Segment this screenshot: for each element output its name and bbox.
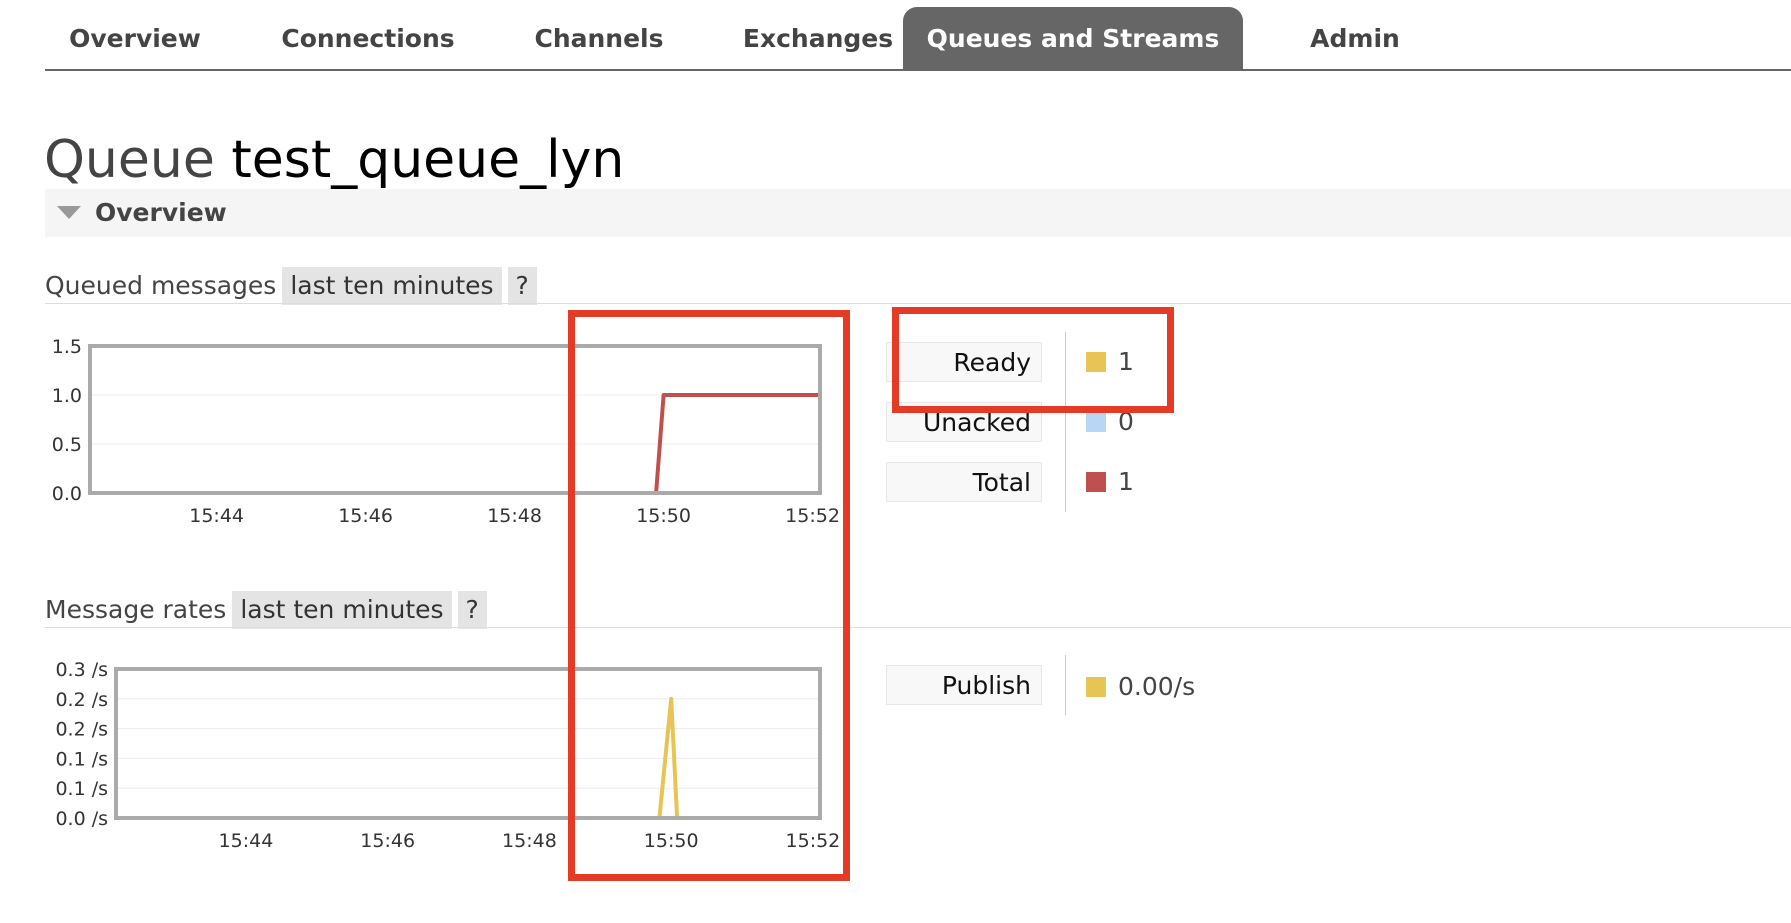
page-title-name: test_queue_lyn xyxy=(231,130,625,190)
legend-separator xyxy=(1065,332,1066,512)
legend-value-publish: 0.00/s xyxy=(1086,667,1195,707)
x-tick-label: 15:44 xyxy=(219,830,274,852)
collapse-triangle-icon[interactable] xyxy=(57,206,81,219)
x-tick-label: 15:46 xyxy=(360,830,415,852)
legend-label-publish: Publish xyxy=(886,665,1042,705)
queued-messages-chart: 1.5 1.0 0.5 0.0 15:44 15:46 15:48 15:50 15:52 xyxy=(52,336,840,527)
queued-range-button[interactable]: last ten minutes xyxy=(282,267,502,305)
rates-range-button[interactable]: last ten minutes xyxy=(232,591,452,629)
rates-help-button[interactable]: ? xyxy=(457,591,487,629)
x-tick-label: 15:48 xyxy=(502,830,557,852)
section-label: Overview xyxy=(95,198,227,227)
page-title-kind: Queue xyxy=(44,130,215,190)
legend-label-ready: Ready xyxy=(886,342,1042,382)
tab-connections[interactable]: Connections xyxy=(270,7,466,69)
tab-admin[interactable]: Admin xyxy=(1285,7,1425,69)
y-tick-label: 0.3 /s xyxy=(55,659,108,681)
message-rates-label: Message rates xyxy=(45,595,227,624)
x-tick-label: 15:46 xyxy=(338,505,393,527)
queued-messages-header: Queued messages last ten minutes? xyxy=(45,267,1791,305)
divider xyxy=(45,627,1791,628)
x-tick-label: 15:48 xyxy=(487,505,542,527)
tab-queues-and-streams[interactable]: Queues and Streams xyxy=(903,7,1243,69)
legend-separator xyxy=(1065,655,1066,715)
x-tick-label: 15:50 xyxy=(636,505,691,527)
tab-overview[interactable]: Overview xyxy=(55,7,215,69)
message-rates-header: Message rates last ten minutes? xyxy=(45,591,1791,629)
value-publish: 0.00/s xyxy=(1118,672,1196,701)
y-tick-label: 1.5 xyxy=(52,336,82,358)
x-tick-label: 15:50 xyxy=(644,830,699,852)
y-tick-label: 0.5 xyxy=(52,434,82,456)
x-tick-label: 15:52 xyxy=(785,505,840,527)
y-tick-label: 1.0 xyxy=(52,385,82,407)
value-ready: 1 xyxy=(1118,347,1134,376)
y-tick-label: 0.1 /s xyxy=(55,748,108,770)
y-tick-label: 0.2 /s xyxy=(55,689,108,711)
plot-area xyxy=(90,346,820,493)
x-tick-label: 15:44 xyxy=(189,505,244,527)
swatch-publish xyxy=(1086,677,1106,697)
x-tick-label: 15:52 xyxy=(786,830,841,852)
legend-label-total: Total xyxy=(886,462,1042,502)
y-tick-label: 0.1 /s xyxy=(55,778,108,800)
overview-section-header[interactable]: Overview xyxy=(45,189,1791,237)
value-total: 1 xyxy=(1118,467,1134,496)
legend-label-unacked: Unacked xyxy=(886,402,1042,442)
queued-help-button[interactable]: ? xyxy=(507,267,537,305)
tab-channels[interactable]: Channels xyxy=(515,7,683,69)
value-unacked: 0 xyxy=(1118,407,1134,436)
y-tick-label: 0.2 /s xyxy=(55,719,108,741)
tab-exchanges[interactable]: Exchanges xyxy=(725,7,911,69)
y-tick-label: 0.0 xyxy=(52,483,82,505)
queued-messages-label: Queued messages xyxy=(45,271,277,300)
y-tick-label: 0.0 /s xyxy=(55,808,108,830)
page-title: Queue test_queue_lyn xyxy=(44,126,624,194)
main-nav: Overview Connections Channels Exchanges … xyxy=(45,7,1791,71)
swatch-unacked xyxy=(1086,412,1106,432)
legend-value-ready: 1 xyxy=(1086,342,1134,382)
plot-area xyxy=(116,669,820,818)
swatch-ready xyxy=(1086,352,1106,372)
legend-value-unacked: 0 xyxy=(1086,402,1134,442)
divider xyxy=(45,303,1791,304)
message-rates-chart: 0.3 /s 0.2 /s 0.2 /s 0.1 /s 0.1 /s 0.0 /s 15:4… xyxy=(55,659,841,852)
legend-value-total: 1 xyxy=(1086,462,1134,502)
swatch-total xyxy=(1086,472,1106,492)
